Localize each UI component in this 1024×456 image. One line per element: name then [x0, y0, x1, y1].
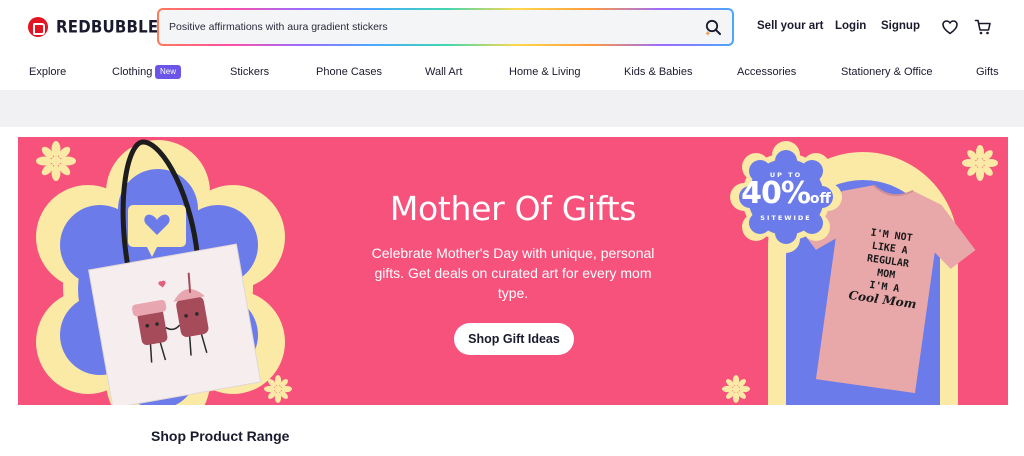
- promo-percent: 40%: [741, 176, 811, 211]
- category-nav: Explore Clothing New Stickers Phone Case…: [0, 56, 1024, 90]
- nav-clothing[interactable]: Clothing: [112, 66, 152, 78]
- section-title: Shop Product Range: [151, 428, 290, 444]
- banner-subtitle: Celebrate Mother's Day with unique, pers…: [371, 245, 655, 301]
- search-input[interactable]: [169, 10, 689, 44]
- nav-stickers[interactable]: Stickers: [230, 66, 269, 78]
- nav-wall-art[interactable]: Wall Art: [425, 66, 463, 78]
- nav-gifts[interactable]: Gifts: [976, 66, 999, 78]
- announcement-strip: [0, 90, 1024, 127]
- search-bar: [157, 8, 734, 46]
- search-icon[interactable]: [704, 18, 722, 36]
- promo-sitewide: SITEWIDE: [760, 214, 812, 222]
- nav-explore[interactable]: Explore: [29, 66, 66, 78]
- tote-bag-artwork: [36, 139, 292, 405]
- shop-gift-ideas-button[interactable]: Shop Gift Ideas: [454, 323, 574, 355]
- logo-text: REDBUBBLE: [56, 17, 159, 37]
- sell-your-art-link[interactable]: Sell your art: [757, 20, 823, 32]
- nav-phone-cases[interactable]: Phone Cases: [316, 66, 382, 78]
- nav-kids-babies[interactable]: Kids & Babies: [624, 66, 692, 78]
- tshirt-print: I'M NOT LIKE A REGULAR MOM I'M A Cool Mo…: [839, 223, 935, 312]
- nav-stationery-office[interactable]: Stationery & Office: [841, 66, 933, 78]
- top-bar: REDBUBBLE Sell your art Login Signup: [0, 0, 1024, 56]
- promo-text: UP TO 40%off SITEWIDE: [741, 171, 831, 222]
- nav-home-living[interactable]: Home & Living: [509, 66, 581, 78]
- nav-accessories[interactable]: Accessories: [737, 66, 796, 78]
- signup-link[interactable]: Signup: [881, 20, 920, 32]
- login-link[interactable]: Login: [835, 20, 866, 32]
- hero-banner[interactable]: Mother Of Gifts Celebrate Mother's Day w…: [18, 137, 1008, 405]
- redbubble-logo[interactable]: REDBUBBLE: [28, 16, 158, 38]
- heart-icon[interactable]: [941, 18, 959, 36]
- logo-mark-icon: [28, 17, 48, 37]
- new-badge: New: [155, 65, 182, 79]
- cart-icon[interactable]: [974, 18, 992, 36]
- promo-off: off: [809, 191, 831, 207]
